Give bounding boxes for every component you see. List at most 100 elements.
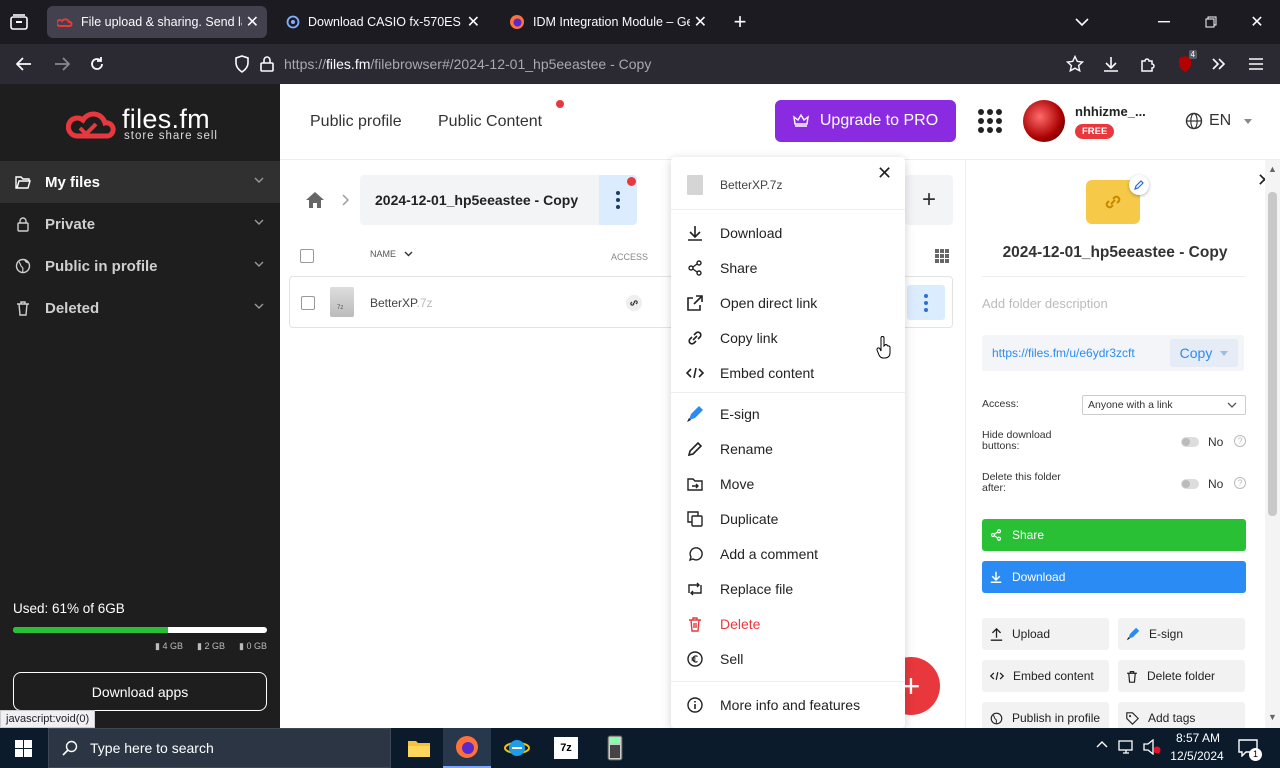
firefox-taskbar-icon[interactable] bbox=[443, 728, 491, 768]
row-more-button[interactable] bbox=[907, 285, 945, 320]
e-sign-button[interactable]: E-sign bbox=[1118, 618, 1245, 650]
file-explorer-icon[interactable] bbox=[407, 738, 431, 758]
apps-grid-icon[interactable] bbox=[978, 109, 1002, 133]
menu-item-replace-file[interactable]: Replace file bbox=[671, 571, 905, 606]
scroll-up-arrow-icon[interactable]: ▲ bbox=[1268, 164, 1277, 174]
folder-description-input[interactable]: Add folder description bbox=[982, 296, 1108, 311]
row-checkbox[interactable] bbox=[301, 296, 315, 310]
menu-item-share[interactable]: Share bbox=[671, 250, 905, 285]
tray-chevron-up-icon[interactable] bbox=[1096, 740, 1108, 748]
share-icon bbox=[990, 529, 1002, 541]
menu-item-more-info[interactable]: More info and features bbox=[671, 687, 905, 722]
link-access-icon[interactable] bbox=[626, 295, 642, 311]
tab-overview-icon[interactable] bbox=[8, 12, 30, 32]
windows-start-icon[interactable] bbox=[15, 740, 32, 757]
menu-item-rename[interactable]: Rename bbox=[671, 431, 905, 466]
close-tab-icon[interactable]: ✕ bbox=[467, 12, 480, 32]
browser-tab-files[interactable]: File upload & sharing. Send large files … bbox=[47, 6, 267, 38]
close-tab-icon[interactable]: ✕ bbox=[246, 12, 259, 32]
sidebar-item-private[interactable]: Private bbox=[0, 203, 280, 245]
search-icon bbox=[62, 740, 78, 756]
lock-icon[interactable] bbox=[260, 56, 274, 72]
7zip-taskbar-icon[interactable]: 7z bbox=[554, 737, 578, 759]
sidebar-item-public-in-profile[interactable]: Public in profile bbox=[0, 245, 280, 287]
list-tabs-chevron-icon[interactable] bbox=[1070, 12, 1094, 32]
share-button[interactable]: Share bbox=[982, 519, 1246, 551]
page-scrollbar[interactable]: ▲ ▼ bbox=[1265, 160, 1280, 728]
network-icon[interactable] bbox=[1118, 739, 1136, 755]
file-icon bbox=[687, 175, 703, 195]
delete-after-toggle[interactable] bbox=[1181, 479, 1199, 489]
menu-item-e-sign[interactable]: E-sign bbox=[671, 396, 905, 431]
overflow-chevrons-icon[interactable] bbox=[1208, 54, 1230, 74]
help-icon[interactable]: ? bbox=[1234, 477, 1246, 489]
menu-item-delete[interactable]: Delete bbox=[671, 606, 905, 641]
reload-icon[interactable] bbox=[85, 54, 109, 74]
menu-item-add-comment[interactable]: Add a comment bbox=[671, 536, 905, 571]
home-icon[interactable] bbox=[305, 191, 325, 209]
taskbar-search-box[interactable]: Type here to search bbox=[48, 728, 391, 768]
close-window-icon[interactable]: ✕ bbox=[1243, 12, 1271, 32]
address-bar[interactable]: https://files.fm/filebrowser#/2024-12-01… bbox=[228, 49, 1096, 79]
downloads-icon[interactable] bbox=[1100, 54, 1122, 74]
files-fm-logo[interactable]: files.fm store share sell bbox=[66, 104, 226, 144]
delete-folder-button[interactable]: Delete folder bbox=[1118, 660, 1245, 692]
download-button[interactable]: Download bbox=[982, 561, 1246, 593]
upload-button[interactable]: Upload bbox=[982, 618, 1109, 650]
menu-item-open-direct-link[interactable]: Open direct link bbox=[671, 285, 905, 320]
grid-view-icon[interactable] bbox=[935, 249, 949, 263]
avatar[interactable] bbox=[1023, 100, 1065, 142]
bookmark-star-icon[interactable] bbox=[1066, 55, 1084, 73]
calculator-taskbar-icon[interactable] bbox=[603, 735, 627, 761]
euro-icon bbox=[685, 649, 705, 669]
ie-taskbar-icon[interactable] bbox=[504, 736, 530, 760]
close-tab-icon[interactable]: ✕ bbox=[694, 12, 707, 32]
breadcrumb-folder[interactable]: 2024-12-01_hp5eeastee - Copy bbox=[360, 175, 637, 225]
embed-content-button[interactable]: Embed content bbox=[982, 660, 1109, 692]
sidebar-item-my-files[interactable]: My files bbox=[0, 161, 280, 203]
new-tab-icon[interactable]: + bbox=[728, 9, 752, 34]
language-selector[interactable]: EN bbox=[1185, 112, 1253, 130]
forward-icon[interactable] bbox=[50, 54, 74, 74]
menu-item-download[interactable]: Download bbox=[671, 215, 905, 250]
copy-link-button[interactable]: Copy bbox=[1170, 339, 1238, 367]
notification-center-icon[interactable]: 1 bbox=[1238, 739, 1262, 761]
extensions-puzzle-icon[interactable] bbox=[1137, 54, 1159, 74]
restore-icon[interactable] bbox=[1197, 12, 1225, 32]
select-all-checkbox[interactable] bbox=[300, 249, 314, 263]
hide-download-toggle[interactable] bbox=[1181, 437, 1199, 447]
username[interactable]: nhhizme_... bbox=[1075, 104, 1146, 119]
help-icon[interactable]: ? bbox=[1234, 435, 1246, 447]
column-header-name[interactable]: NAME bbox=[370, 249, 413, 259]
breadcrumb-chevron-icon bbox=[342, 194, 349, 206]
menu-item-copy-link[interactable]: Copy link bbox=[671, 320, 905, 355]
scroll-down-arrow-icon[interactable]: ▼ bbox=[1268, 712, 1277, 722]
file-context-menu: BetterXP.7z ✕ Download Share Open direct… bbox=[671, 157, 905, 728]
public-content-link[interactable]: Public Content bbox=[438, 113, 542, 131]
menu-item-embed-content[interactable]: Embed content bbox=[671, 355, 905, 390]
hamburger-menu-icon[interactable] bbox=[1245, 54, 1267, 74]
share-link-url[interactable]: https://files.fm/u/e6ydr3zcft bbox=[992, 346, 1135, 360]
menu-item-duplicate[interactable]: Duplicate bbox=[671, 501, 905, 536]
back-icon[interactable] bbox=[12, 54, 36, 74]
tracking-protection-icon[interactable] bbox=[234, 55, 250, 73]
taskbar-time[interactable]: 8:57 AM bbox=[1173, 731, 1223, 745]
file-name[interactable]: BetterXP.7z bbox=[370, 296, 433, 310]
minimize-icon[interactable] bbox=[1150, 12, 1178, 32]
scrollbar-thumb[interactable] bbox=[1268, 192, 1277, 516]
ublock-extension-icon[interactable]: 4 bbox=[1173, 50, 1197, 75]
download-apps-button[interactable]: Download apps bbox=[13, 672, 267, 711]
menu-item-move[interactable]: Move bbox=[671, 466, 905, 501]
edit-icon[interactable] bbox=[1129, 175, 1149, 195]
access-select[interactable]: Anyone with a link bbox=[1082, 395, 1246, 415]
public-profile-link[interactable]: Public profile bbox=[310, 113, 402, 131]
browser-tab-idm[interactable]: IDM Integration Module – Get this Extens… bbox=[499, 6, 715, 38]
upgrade-pro-button[interactable]: Upgrade to PRO bbox=[775, 100, 956, 142]
add-button[interactable]: + bbox=[905, 175, 953, 225]
close-menu-icon[interactable]: ✕ bbox=[877, 163, 892, 184]
menu-item-sell[interactable]: Sell bbox=[671, 641, 905, 676]
sidebar-item-deleted[interactable]: Deleted bbox=[0, 287, 280, 329]
volume-muted-icon[interactable] bbox=[1143, 739, 1161, 755]
browser-tab-casio[interactable]: Download CASIO fx-570ES PLUS ✕ bbox=[276, 6, 488, 38]
taskbar-date[interactable]: 12/5/2024 bbox=[1166, 749, 1228, 763]
